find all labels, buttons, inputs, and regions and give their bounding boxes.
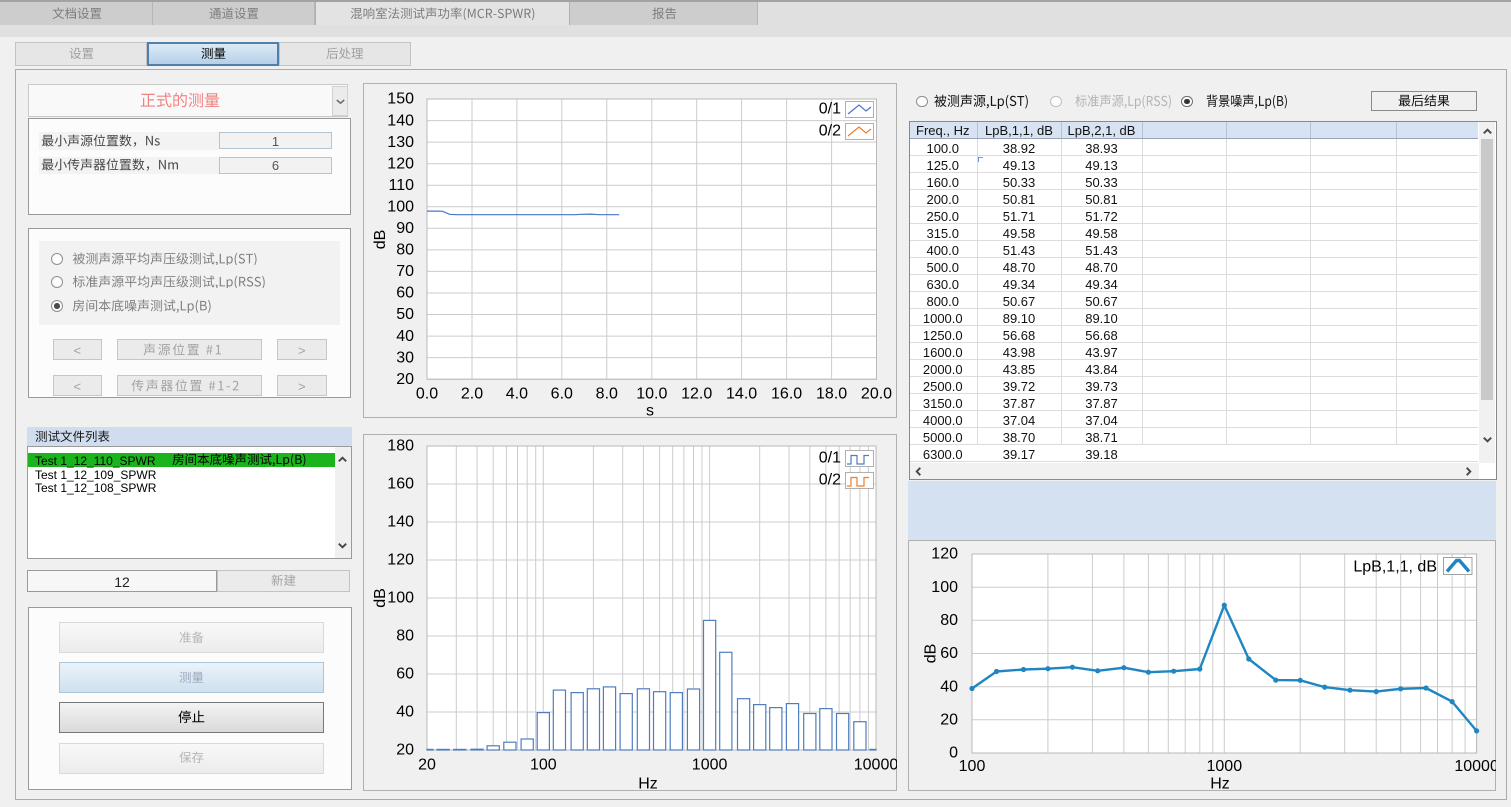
svg-text:60: 60 — [396, 666, 414, 683]
svg-text:6.0: 6.0 — [551, 386, 573, 403]
svg-text:120: 120 — [387, 552, 414, 569]
svg-text:70: 70 — [396, 263, 414, 280]
svg-text:0.0: 0.0 — [416, 386, 438, 403]
svg-text:80: 80 — [396, 242, 414, 259]
svg-text:Hz: Hz — [638, 776, 658, 792]
svg-text:100: 100 — [959, 758, 986, 775]
svg-text:20.0: 20.0 — [861, 386, 892, 403]
svg-text:140: 140 — [387, 112, 414, 129]
svg-text:0/1: 0/1 — [819, 450, 841, 467]
svg-text:14.0: 14.0 — [726, 386, 757, 403]
svg-text:20: 20 — [396, 371, 414, 388]
svg-text:40: 40 — [396, 704, 414, 721]
svg-text:50: 50 — [396, 306, 414, 323]
svg-text:s: s — [646, 403, 654, 419]
svg-text:130: 130 — [387, 134, 414, 151]
svg-text:Hz: Hz — [1210, 776, 1230, 792]
svg-text:10.0: 10.0 — [636, 386, 667, 403]
svg-text:90: 90 — [396, 220, 414, 237]
svg-text:180: 180 — [387, 438, 414, 455]
svg-text:2.0: 2.0 — [461, 386, 483, 403]
svg-text:120: 120 — [931, 546, 958, 563]
svg-text:30: 30 — [396, 349, 414, 366]
svg-text:10000: 10000 — [1454, 758, 1496, 775]
svg-text:120: 120 — [387, 155, 414, 172]
svg-text:0: 0 — [949, 745, 958, 762]
svg-text:dB: dB — [372, 230, 389, 250]
svg-text:4.0: 4.0 — [506, 386, 528, 403]
svg-text:20: 20 — [418, 757, 436, 774]
svg-text:0/2: 0/2 — [819, 472, 841, 489]
svg-text:10000: 10000 — [854, 757, 897, 774]
svg-text:0/1: 0/1 — [819, 101, 841, 118]
svg-text:20: 20 — [940, 712, 958, 729]
svg-text:40: 40 — [396, 328, 414, 345]
svg-text:dB: dB — [923, 644, 940, 664]
svg-text:8.0: 8.0 — [596, 386, 618, 403]
svg-text:60: 60 — [396, 285, 414, 302]
svg-text:16.0: 16.0 — [771, 386, 802, 403]
svg-text:0/2: 0/2 — [819, 123, 841, 140]
svg-text:100: 100 — [387, 199, 414, 216]
svg-text:LpB,1,1, dB: LpB,1,1, dB — [1353, 559, 1437, 576]
svg-text:1000: 1000 — [692, 757, 728, 774]
svg-text:100: 100 — [387, 590, 414, 607]
svg-text:40: 40 — [940, 678, 958, 695]
svg-text:140: 140 — [387, 514, 414, 531]
svg-text:80: 80 — [940, 612, 958, 629]
svg-text:150: 150 — [387, 91, 414, 108]
svg-text:160: 160 — [387, 476, 414, 493]
svg-text:80: 80 — [396, 628, 414, 645]
svg-text:18.0: 18.0 — [816, 386, 847, 403]
svg-text:20: 20 — [396, 742, 414, 759]
svg-text:100: 100 — [530, 757, 557, 774]
svg-text:dB: dB — [372, 588, 389, 608]
svg-text:110: 110 — [388, 177, 414, 194]
svg-text:12.0: 12.0 — [681, 386, 712, 403]
svg-text:1000: 1000 — [1207, 758, 1243, 775]
svg-text:100: 100 — [931, 579, 958, 596]
svg-text:60: 60 — [940, 645, 958, 662]
